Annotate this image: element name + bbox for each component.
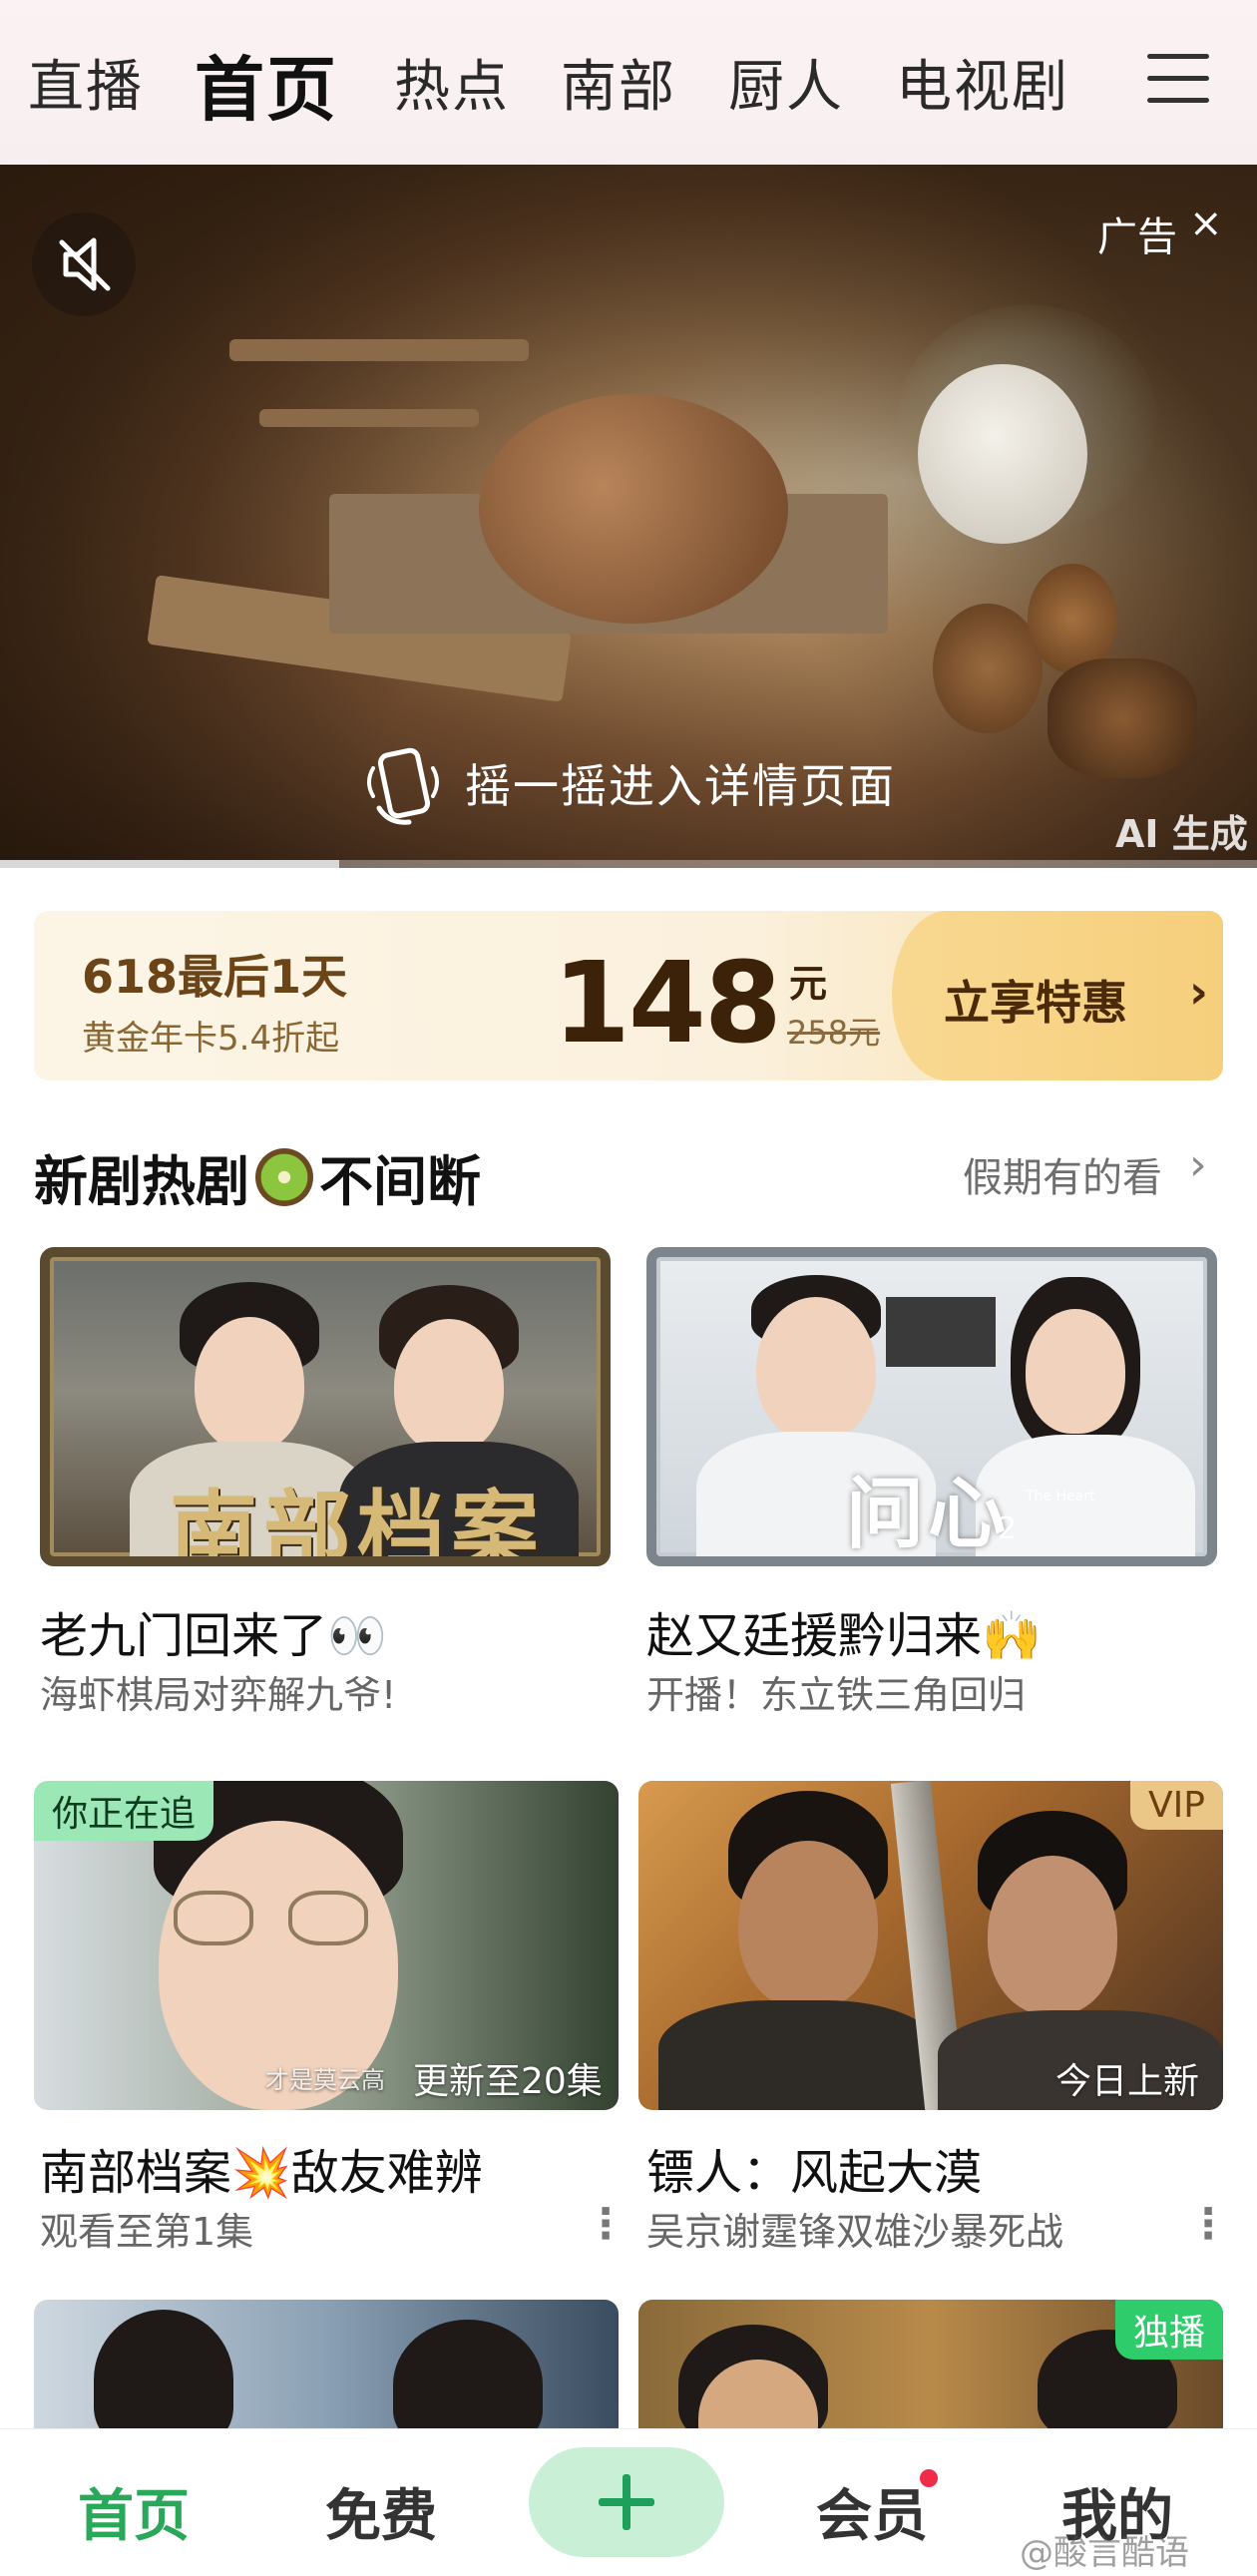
tab-churen[interactable]: 厨人 <box>728 42 844 123</box>
tab-nanbu[interactable]: 南部 <box>561 42 676 123</box>
status-badge: 你正在追 <box>34 1781 214 1841</box>
poster-season-number: 2 <box>998 1511 1018 1546</box>
poster-partial[interactable]: 独播 <box>638 2300 1223 2428</box>
brown-monster <box>479 394 788 624</box>
plus-icon[interactable] <box>529 2447 724 2557</box>
ad-banner[interactable]: 广告 × 摇一摇进入详情页面 AI 生成 <box>0 165 1257 868</box>
shake-text: 摇一摇进入详情页面 <box>465 759 896 813</box>
chevron-right-icon[interactable]: › <box>1189 1139 1207 1190</box>
promo-price: 148 <box>553 939 782 1069</box>
tab-home[interactable]: 首页 <box>195 34 338 135</box>
tab-hot[interactable]: 热点 <box>394 42 510 123</box>
card-title[interactable]: 赵又廷援黔归来🙌 <box>646 1596 1042 1666</box>
ad-progress-fill <box>0 860 340 868</box>
poster-english-title: The Heart <box>1026 1489 1095 1504</box>
poster-lao-jiu-men[interactable]: 南部档案 <box>40 1247 611 1566</box>
exclusive-badge: 独播 <box>1114 2300 1223 2360</box>
promo-card[interactable]: 618最后1天 黄金年卡5.4折起 148 元 258元 立享特惠 › <box>34 911 1223 1080</box>
card-title[interactable]: 镖人：风起大漠 <box>646 2133 982 2203</box>
poster-calligraphy-title: 南部档案 <box>170 1480 546 1566</box>
top-navigation: 直播 首页 热点 南部 厨人 电视剧 <box>0 0 1257 165</box>
promo-cta-button[interactable]: 立享特惠 <box>944 967 1127 1033</box>
card-subtitle: 开播！东立铁三角回归 <box>646 1673 1027 1717</box>
card-title[interactable]: 老九门回来了👀 <box>40 1596 387 1666</box>
kiwi-fruit-icon <box>255 1147 313 1206</box>
more-options-icon[interactable]: ⋮ <box>1187 2199 1229 2248</box>
ad-label: 广告 <box>1097 215 1177 260</box>
shake-phone-icon <box>367 747 439 825</box>
section-title-part1: 新剧热剧 <box>34 1150 249 1213</box>
bottom-navigation: 首页 免费 会员 我的 @酸言酷语 <box>0 2428 1257 2576</box>
episode-status: 更新至20集 <box>413 2061 603 2102</box>
section-title: 新剧热剧 不间断 <box>34 1137 481 1216</box>
ai-generated-tag: AI 生成 <box>1115 812 1248 856</box>
muted-speaker-icon[interactable] <box>32 213 136 316</box>
bottom-nav-free[interactable]: 免费 <box>325 2471 437 2552</box>
white-monster <box>918 364 1087 544</box>
poster-wen-xin-2[interactable]: 问心 2 The Heart <box>646 1247 1217 1566</box>
watermark: @酸言酷语 <box>1020 2533 1189 2573</box>
poster-nanbu-dangan[interactable]: 你正在追 才是莫云高 更新至20集 <box>34 1781 619 2110</box>
poster-title-text: 问心 <box>846 1470 1011 1559</box>
card-subtitle: 吴京谢霆锋双雄沙暴死战 <box>646 2210 1064 2254</box>
bottom-nav-vip[interactable]: 会员 <box>816 2471 928 2552</box>
ad-progress-bar <box>0 860 1257 868</box>
hamburger-menu-icon[interactable] <box>1147 54 1209 108</box>
promo-subtitle: 黄金年卡5.4折起 <box>82 1019 340 1059</box>
tab-live[interactable]: 直播 <box>28 42 144 123</box>
more-options-icon[interactable]: ⋮ <box>585 2199 627 2248</box>
card-title[interactable]: 南部档案💥敌友难辨 <box>40 2133 483 2203</box>
chevron-right-icon: › <box>1189 965 1208 1019</box>
glasses-right <box>288 1891 368 1945</box>
promo-original-price: 258元 <box>787 1014 881 1052</box>
card-subtitle: 海虾棋局对弈解九爷! <box>40 1673 397 1717</box>
notification-dot <box>920 2469 938 2487</box>
poster-caption-small: 才是莫云高 <box>265 2066 385 2094</box>
glasses-left <box>174 1891 253 1945</box>
vip-badge: VIP <box>1130 1781 1223 1830</box>
bottom-nav-home[interactable]: 首页 <box>78 2471 190 2552</box>
poster-biao-ren[interactable]: VIP 今日上新 <box>638 1781 1223 2110</box>
shake-prompt[interactable]: 摇一摇进入详情页面 <box>359 743 896 825</box>
poster-partial[interactable] <box>34 2300 619 2428</box>
new-today-label: 今日上新 <box>1055 2061 1200 2102</box>
promo-title: 618最后1天 <box>82 950 348 1004</box>
tab-tv-series[interactable]: 电视剧 <box>896 42 1069 123</box>
card-subtitle: 观看至第1集 <box>40 2210 254 2254</box>
close-ad-button[interactable]: × <box>1189 201 1223 246</box>
section-title-part2: 不间断 <box>319 1150 481 1213</box>
promo-price-unit: 元 <box>789 962 828 1006</box>
section-more-link[interactable]: 假期有的看 <box>963 1145 1162 1203</box>
